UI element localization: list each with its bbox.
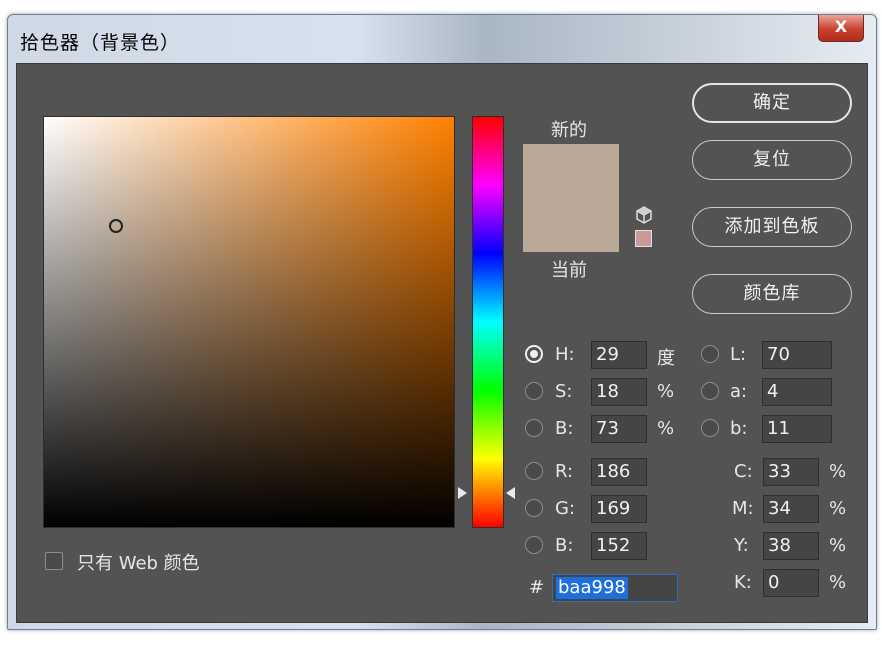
out-of-gamut-cube-icon[interactable] [635,206,653,224]
hex-input[interactable]: baa998 [552,574,678,602]
red-label: R: [555,461,574,482]
color-field[interactable] [43,116,455,528]
hue-slider-handle-right[interactable] [506,487,515,499]
yellow-label: Y: [734,535,749,556]
magenta-unit: % [829,498,847,519]
brightness-radio[interactable] [525,419,543,437]
blue-label: B: [555,535,574,556]
close-button[interactable]: X [818,15,864,42]
magenta-label: M: [732,498,754,519]
current-color-label: 当前 [551,260,587,281]
lab-a-label: a: [730,381,748,402]
current-color-swatch[interactable] [523,198,619,252]
hue-slider-handle-left[interactable] [458,487,467,499]
web-colors-only-label: 只有 Web 颜色 [77,553,200,574]
new-color-label: 新的 [551,120,587,141]
lightness-radio[interactable] [701,345,719,363]
lightness-label: L: [730,344,747,365]
lightness-input[interactable]: 70 [762,341,832,369]
saturation-unit: % [657,381,675,402]
brightness-input[interactable]: 73 [591,415,647,443]
hue-slider[interactable] [472,116,504,528]
add-to-swatches-button[interactable]: 添加到色板 [692,207,852,247]
hue-unit: 度 [657,348,675,369]
cyan-label: C: [734,461,753,482]
yellow-unit: % [829,535,847,556]
web-safe-swatch[interactable] [635,230,652,247]
lab-b-radio[interactable] [701,419,719,437]
hue-label: H: [555,344,575,365]
hex-value-selected: baa998 [556,577,628,599]
dialog-panel: 新的 当前 确定 复位 添加到色板 颜色库 H: 29 度 S: 18 % B:… [16,63,868,623]
black-unit: % [829,572,847,593]
green-radio[interactable] [525,499,543,517]
window-title: 拾色器（背景色） [20,32,181,54]
cyan-input[interactable]: 33 [763,458,819,486]
black-label: K: [734,572,752,593]
color-libraries-button[interactable]: 颜色库 [692,274,852,314]
new-color-swatch [523,144,619,198]
lab-b-label: b: [730,418,748,439]
lab-b-input[interactable]: 11 [762,415,832,443]
black-input[interactable]: 0 [763,569,819,597]
hue-input[interactable]: 29 [591,341,647,369]
color-picker-window: 拾色器（背景色） X 新的 当前 确定 复位 添加到色板 颜色库 H: 29 度… [7,14,877,630]
lab-a-radio[interactable] [701,382,719,400]
saturation-radio[interactable] [525,382,543,400]
lab-a-input[interactable]: 4 [762,378,832,406]
cyan-unit: % [829,461,847,482]
red-radio[interactable] [525,462,543,480]
saturation-label: S: [555,381,573,402]
yellow-input[interactable]: 38 [763,532,819,560]
title-bar[interactable]: 拾色器（背景色） X [8,15,876,63]
hex-label: # [529,577,545,598]
ok-button[interactable]: 确定 [692,83,852,123]
hue-radio[interactable] [525,345,543,363]
brightness-unit: % [657,418,675,439]
blue-radio[interactable] [525,536,543,554]
reset-button[interactable]: 复位 [692,140,852,180]
color-field-marker[interactable] [109,219,123,233]
web-colors-only-checkbox[interactable] [45,552,63,570]
green-label: G: [555,498,576,519]
red-input[interactable]: 186 [591,458,647,486]
green-input[interactable]: 169 [591,495,647,523]
brightness-label: B: [555,418,574,439]
blue-input[interactable]: 152 [591,532,647,560]
saturation-input[interactable]: 18 [591,378,647,406]
magenta-input[interactable]: 34 [763,495,819,523]
